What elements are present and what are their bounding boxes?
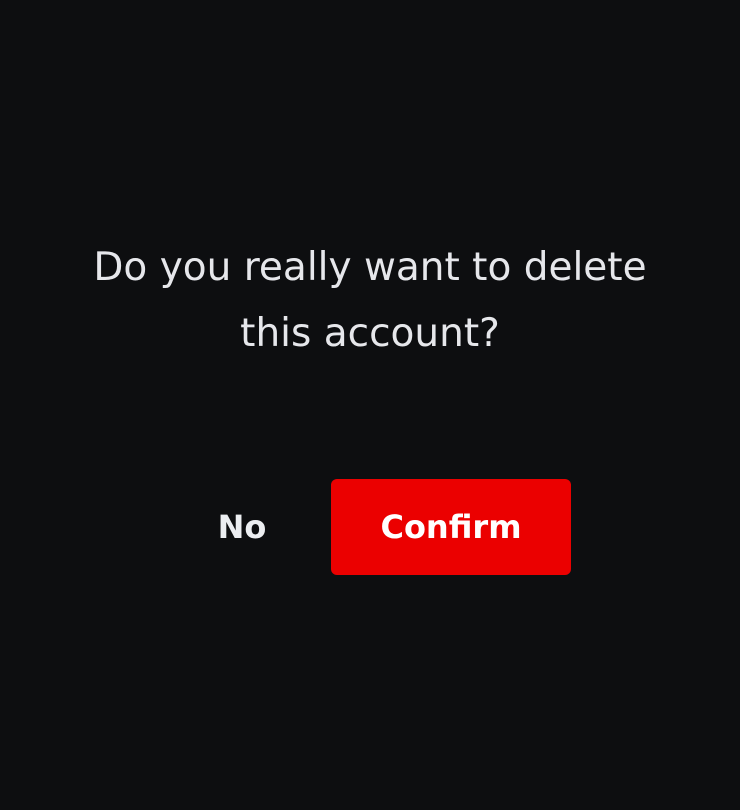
message-line-2: this account?: [240, 311, 500, 356]
no-button[interactable]: No: [192, 479, 292, 575]
confirm-button[interactable]: Confirm: [331, 479, 571, 575]
message-line-1: Do you really want to delete: [93, 245, 647, 290]
delete-account-dialog: Do you really want to delete this accoun…: [0, 0, 740, 810]
confirmation-message: Do you really want to delete this accoun…: [70, 235, 670, 367]
